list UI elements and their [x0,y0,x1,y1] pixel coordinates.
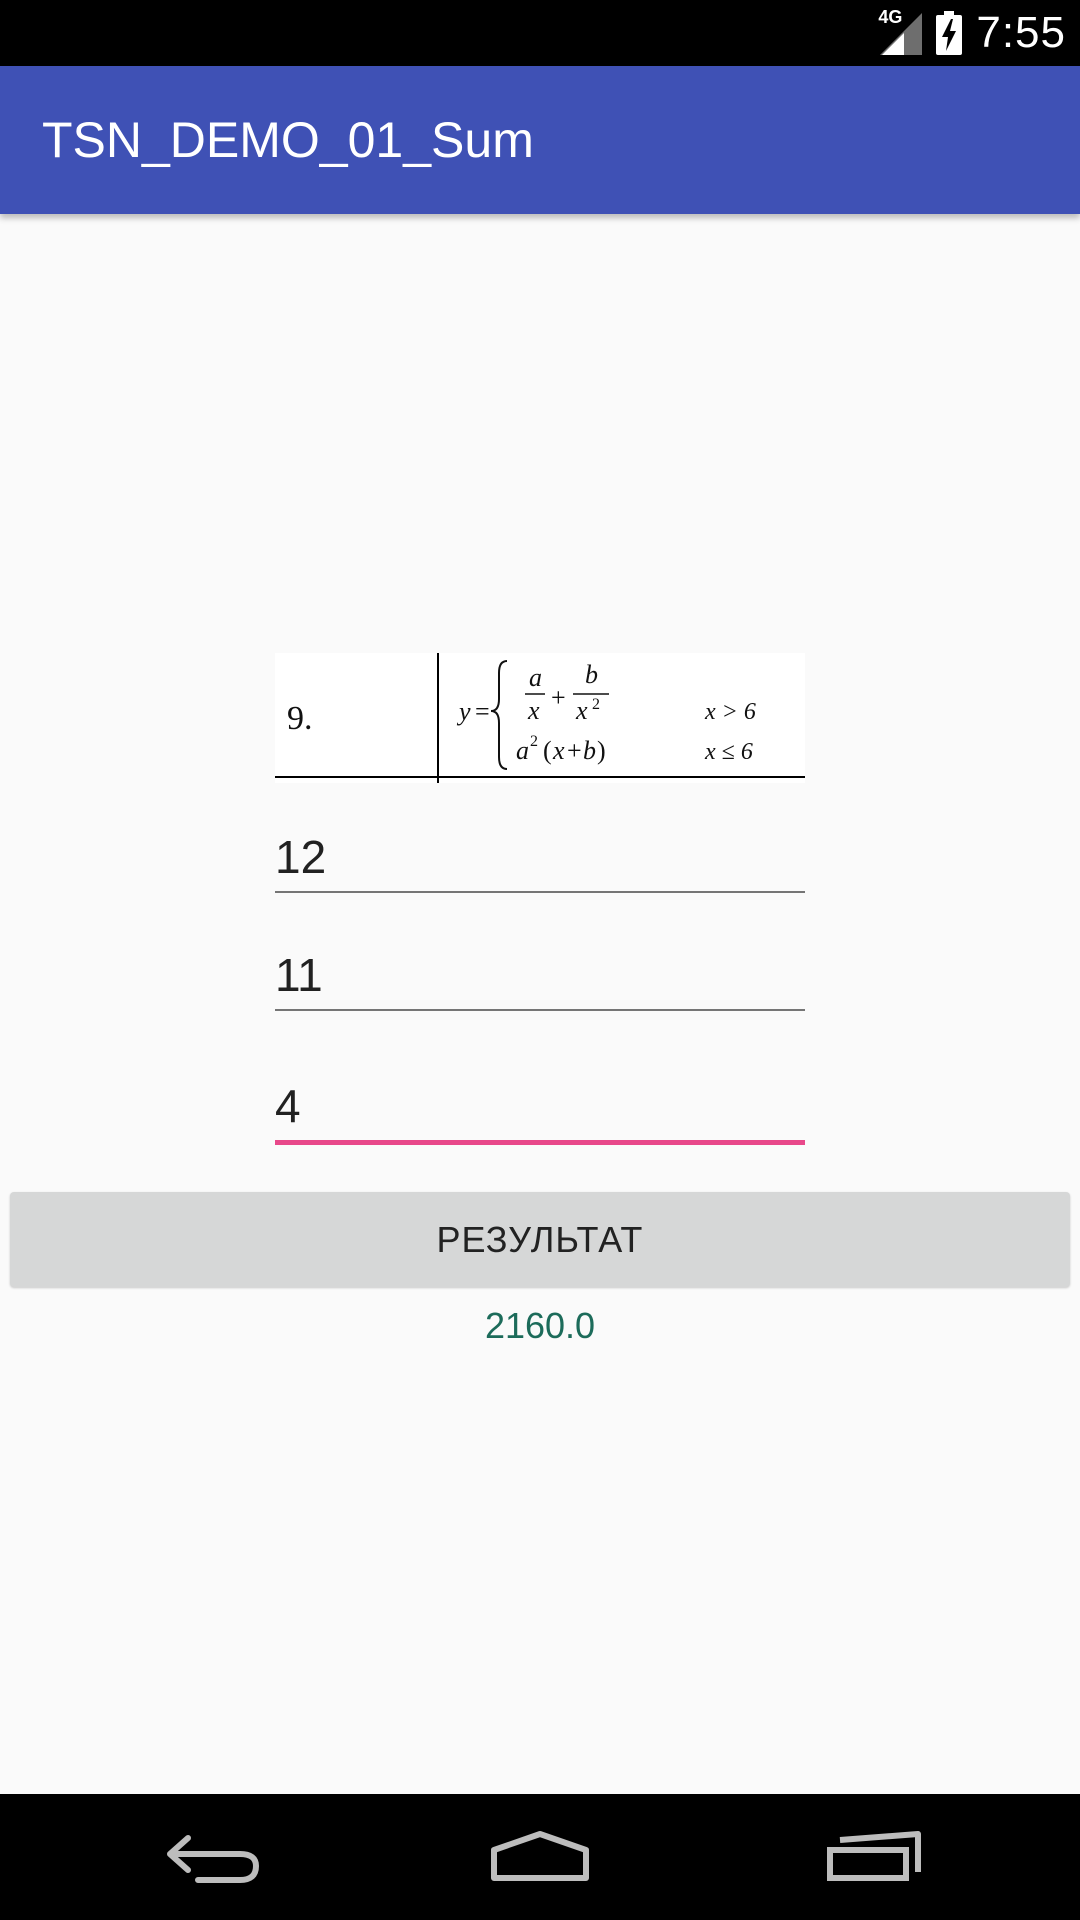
input-a[interactable] [275,826,805,888]
status-bar: 4G 7:55 [0,0,1080,66]
app-bar: TSN_DEMO_01_Sum [0,66,1080,214]
input-x-underline-focused [275,1140,805,1145]
app-title: TSN_DEMO_01_Sum [42,112,534,168]
svg-text:=: = [475,697,490,726]
svg-text:x: x [552,736,565,765]
recents-icon[interactable] [800,1814,940,1900]
svg-text:b: b [583,736,596,765]
svg-text:x: x [527,696,540,725]
condition-bottom: x ≤ 6 [704,739,753,765]
battery-charging-icon [936,11,963,55]
network-type-label: 4G [878,7,903,27]
condition-top: x > 6 [704,699,756,725]
svg-text:b: b [585,660,598,689]
input-x[interactable] [275,1075,805,1137]
svg-text:a: a [516,736,529,765]
svg-text:2: 2 [530,733,538,750]
svg-text:y: y [456,697,471,726]
status-icons: 4G 7:55 [878,0,1066,66]
status-time: 7:55 [976,8,1066,57]
task-number: 9. [287,700,313,737]
task-formula-image: 9. y = a x + b x 2 a 2 ( x + b ) x > 6 x… [275,653,805,783]
svg-text:a: a [529,663,542,692]
back-icon[interactable] [140,1814,280,1900]
signal-icon: 4G [878,7,923,55]
result-text: 2160.0 [484,1305,596,1346]
svg-text:): ) [597,736,606,765]
input-b-underline [275,1009,805,1011]
svg-text:x: x [575,696,588,725]
input-b[interactable] [275,944,805,1006]
svg-text:+: + [551,683,566,712]
svg-text:2: 2 [592,696,600,713]
navigation-bar [0,1794,1080,1920]
home-icon[interactable] [470,1814,610,1900]
result-button[interactable]: РЕЗУЛЬТАТ [10,1192,1070,1287]
svg-text:(: ( [543,736,552,765]
svg-text:+: + [567,736,582,765]
input-a-underline [275,891,805,893]
